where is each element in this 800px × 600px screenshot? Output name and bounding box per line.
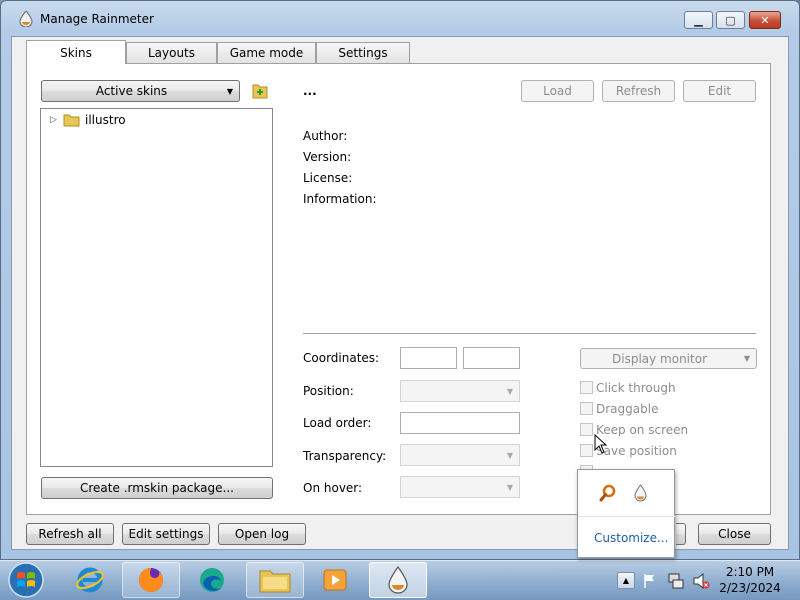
add-skin-icon[interactable] [251, 82, 269, 100]
transparency-label: Transparency: [303, 449, 387, 463]
volume-muted-icon[interactable] [692, 572, 710, 590]
network-icon[interactable] [667, 572, 685, 590]
popup-separator [578, 516, 676, 517]
save-position-checkbox[interactable] [580, 444, 593, 457]
refresh-button[interactable]: Refresh [602, 80, 675, 102]
taskbar-internet-explorer[interactable] [61, 562, 119, 598]
show-hidden-icons-button[interactable]: ▲ [617, 572, 635, 589]
maximize-button[interactable]: ▢ [716, 11, 745, 29]
active-skins-dropdown[interactable]: Active skins ▼ [41, 80, 240, 102]
folder-icon [63, 114, 80, 127]
click-through-label: Click through [596, 381, 676, 395]
edit-button[interactable]: Edit [683, 80, 756, 102]
window-title: Manage Rainmeter [40, 12, 154, 26]
skin-name: ... [303, 84, 317, 98]
rainmeter-drop-icon [388, 565, 408, 594]
license-label: License: [303, 171, 353, 185]
taskbar-firefox[interactable] [122, 562, 180, 598]
clock-time: 2:10 PM [725, 565, 775, 579]
media-player-icon [323, 569, 347, 591]
minimize-button[interactable]: ▁ [684, 11, 713, 29]
taskbar-clock[interactable]: 2:10 PM 2/23/2024 [715, 564, 785, 596]
action-center-flag-icon[interactable] [643, 573, 657, 589]
skins-tree[interactable]: ▷ illustro [40, 108, 273, 467]
taskbar-media-player[interactable] [306, 562, 364, 598]
title-bar[interactable]: Manage Rainmeter ▁ ▢ ✕ [1, 1, 800, 37]
taskbar-rainmeter[interactable] [369, 562, 427, 598]
load-button[interactable]: Load [521, 80, 594, 102]
mouse-cursor-icon [594, 434, 608, 454]
position-label: Position: [303, 384, 354, 398]
close-button[interactable]: Close [698, 523, 771, 545]
close-icon: ✕ [760, 13, 770, 27]
tab-game-mode[interactable]: Game mode [217, 42, 316, 63]
edge-icon [200, 568, 224, 592]
notification-overflow-popup: Customize... [577, 469, 676, 558]
dropdown-arrow-icon: ▼ [226, 86, 234, 96]
taskbar-edge[interactable] [183, 562, 241, 598]
start-orb-icon[interactable] [6, 561, 46, 599]
information-label: Information: [303, 192, 377, 206]
display-monitor-button[interactable]: Display monitor ▼ [580, 348, 757, 369]
save-position-label: Save position [596, 444, 677, 458]
folder-icon [259, 570, 291, 593]
dropdown-arrow-icon: ▼ [506, 482, 514, 492]
load-order-label: Load order: [303, 416, 372, 430]
minimize-icon: ▁ [694, 13, 703, 27]
dropdown-arrow-icon: ▼ [506, 386, 514, 396]
load-order-input[interactable] [400, 412, 520, 434]
tab-settings[interactable]: Settings [316, 42, 410, 63]
click-through-checkbox[interactable] [580, 381, 593, 394]
customize-link[interactable]: Customize... [594, 531, 668, 545]
version-label: Version: [303, 150, 352, 164]
tab-skins[interactable]: Skins [26, 40, 126, 64]
internet-explorer-icon [76, 567, 104, 593]
tree-item-illustro[interactable]: illustro [85, 113, 126, 127]
on-hover-select[interactable]: ▼ [400, 476, 520, 498]
keep-on-screen-label: Keep on screen [596, 423, 689, 437]
open-log-button[interactable]: Open log [218, 523, 306, 545]
draggable-checkbox[interactable] [580, 402, 593, 415]
rainmeter-tray-icon[interactable] [634, 484, 647, 502]
author-label: Author: [303, 129, 348, 143]
refresh-all-button[interactable]: Refresh all [26, 523, 114, 545]
keep-on-screen-checkbox[interactable] [580, 423, 593, 436]
dropdown-arrow-icon: ▼ [506, 450, 514, 460]
coordinate-x-input[interactable] [400, 347, 457, 369]
coordinates-label: Coordinates: [303, 351, 380, 365]
dropdown-arrow-icon: ▼ [743, 354, 751, 363]
on-hover-label: On hover: [303, 481, 363, 495]
rainmeter-drop-icon [19, 11, 33, 27]
hidden-button-edge[interactable] [676, 523, 686, 545]
close-window-button[interactable]: ✕ [749, 11, 781, 29]
coordinate-y-input[interactable] [463, 347, 520, 369]
firefox-icon [139, 568, 163, 592]
clock-date: 2/23/2024 [719, 581, 781, 595]
draggable-label: Draggable [596, 402, 659, 416]
tab-layouts[interactable]: Layouts [126, 42, 217, 63]
position-select[interactable]: ▼ [400, 380, 520, 402]
edit-settings-button[interactable]: Edit settings [122, 523, 210, 545]
create-rmskin-package-button[interactable]: Create .rmskin package... [41, 477, 273, 499]
chevron-up-icon: ▲ [622, 576, 630, 585]
transparency-select[interactable]: ▼ [400, 444, 520, 466]
maximize-icon: ▢ [725, 13, 736, 27]
search-tray-icon[interactable] [599, 484, 617, 502]
taskbar-file-explorer[interactable] [246, 562, 304, 598]
expand-arrow-icon[interactable]: ▷ [50, 115, 57, 125]
divider [303, 333, 756, 334]
